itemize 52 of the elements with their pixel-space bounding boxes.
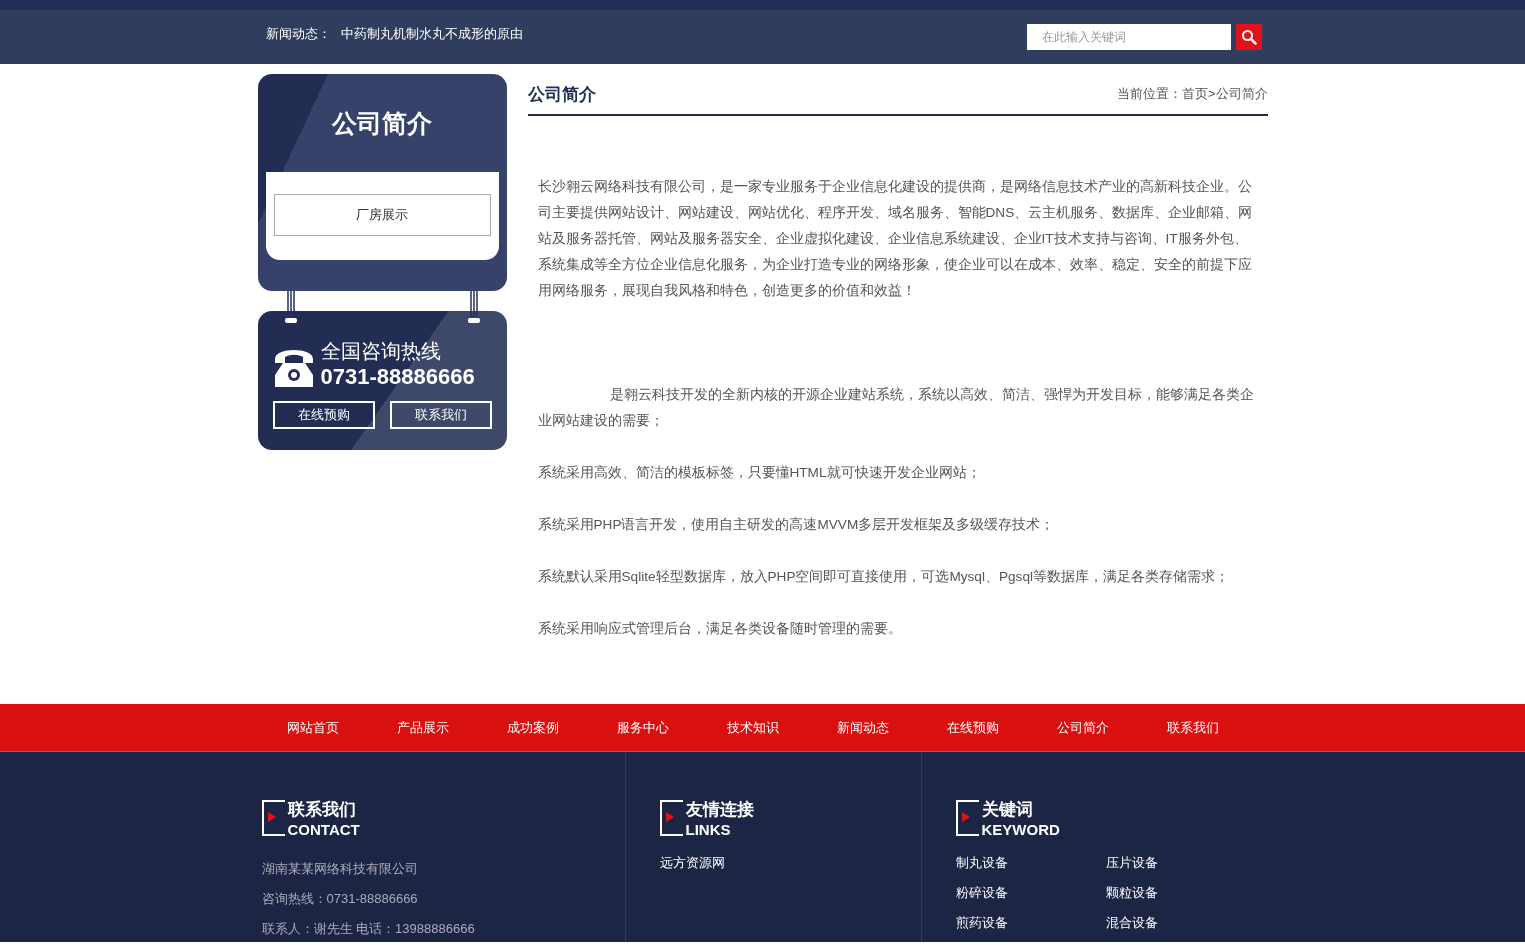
keyword-link[interactable]: 颗粒设备 [1105, 884, 1256, 902]
contact-line: 咨询热线：0731-88886666 [261, 890, 419, 908]
keyword-link[interactable]: 混合设备 [1105, 914, 1256, 932]
footer-nav-link[interactable]: 成功案例 [477, 718, 588, 737]
search-icon [1240, 29, 1257, 45]
breadcrumb-link[interactable]: 公司简介 [1215, 86, 1268, 101]
footer-nav-link[interactable]: 联系我们 [1137, 718, 1248, 737]
sidebar-title: 公司简介 [330, 107, 433, 139]
contact-line: 联系人：谢先生 电话：13988886666 [261, 920, 476, 938]
keyword-link[interactable]: 制丸设备 [955, 854, 1106, 872]
footer-heading: 关键词 [981, 800, 1034, 820]
footer-nav-link[interactable]: 在线预购 [917, 718, 1028, 737]
play-icon [261, 800, 286, 836]
breadcrumb-link[interactable]: 首页 [1181, 86, 1208, 101]
contact-line: 湖南某某网络科技有限公司 [261, 860, 419, 878]
breadcrumb-separator: > [1207, 86, 1216, 101]
footer-nav-link[interactable]: 公司简介 [1027, 718, 1138, 737]
footer-nav-link[interactable]: 网站首页 [257, 718, 368, 737]
friend-link[interactable]: 远方资源网 [659, 854, 921, 872]
footer-heading: 友情连接 [685, 800, 754, 820]
hanger-drawing [467, 291, 480, 325]
keyword-link[interactable]: 煎药设备 [955, 914, 1106, 932]
news-label: 新闻动态： [265, 26, 331, 41]
sidebar-item[interactable]: 厂房展示 [273, 194, 491, 236]
footer-subheading: CONTACT [287, 820, 360, 840]
footer-nav-link[interactable]: 服务中心 [587, 718, 698, 737]
breadcrumb-label: 当前位置： [1116, 86, 1182, 101]
keyword-link[interactable]: 压片设备 [1105, 854, 1256, 872]
footer-subheading: LINKS [685, 820, 732, 840]
footer-nav-link[interactable]: 新闻动态 [807, 718, 918, 737]
keyword-link[interactable]: 粉碎设备 [955, 884, 1106, 902]
hotline-button[interactable]: 联系我们 [389, 401, 492, 429]
body-paragraph: 是翱云科技开发的全新内核的开源企业建站系统，系统以高效、简洁、强悍为开发目标，能够满足各类企业网站建设的需要； [537, 386, 1255, 430]
hotline-number: 0731-88886666 [320, 363, 475, 391]
body-paragraph: 系统采用PHP语言开发，使用自主研发的高速MVVM多层开发框架及多级缓存技术； [537, 516, 1056, 534]
news-link[interactable]: 中药制丸机制水丸不成形的原由 [340, 26, 523, 41]
footer-nav-link[interactable]: 技术知识 [697, 718, 808, 737]
hotline-button[interactable]: 在线预购 [272, 401, 375, 429]
search-button[interactable] [1235, 24, 1262, 50]
play-icon [659, 800, 684, 836]
body-paragraph: 系统采用响应式管理后台，满足各类设备随时管理的需要。 [537, 620, 903, 638]
footer-nav-link[interactable]: 产品展示 [367, 718, 478, 737]
hanger-drawing [284, 291, 297, 325]
hotline-label: 全国咨询热线 [320, 339, 442, 363]
footer-heading: 联系我们 [287, 800, 357, 820]
page-title: 公司简介 [527, 83, 596, 106]
footer-subheading: KEYWORD [981, 820, 1060, 840]
body-paragraph: 系统默认采用Sqlite轻型数据库，放入PHP空间即可直接使用，可选Mysql、Pgsql等数据库，满足各类存储需求； [537, 568, 1230, 586]
play-icon [955, 800, 980, 836]
body-paragraph: 系统采用高效、简洁的模板标签，只要懂HTML就可快速开发企业网站； [537, 464, 982, 482]
body-paragraph: 长沙翱云网络科技有限公司，是一家专业服务于企业信息化建设的提供商，是网络信息技术产业的高新科技企业。公司主要提供网站设计、网站建设、网站优化、程序开发、域名服务、智能DNS、云主机服务、数据库、企业邮箱、网站及服务器托管、网站及服务器安全、企业虚拟化建设、企业信息系统建设、企业IT技术支持与咨询、IT服务外包、系统集成等全方位企业信息化服务，为企业打造专业的网络形象，使企业可以在成本、效率、稳定、安全的前提下应用网络服务，展现自我风格和特色，创造更多的价值和效益！ [537, 178, 1254, 300]
search-field[interactable]: 在此输入关键词 [1026, 24, 1231, 50]
